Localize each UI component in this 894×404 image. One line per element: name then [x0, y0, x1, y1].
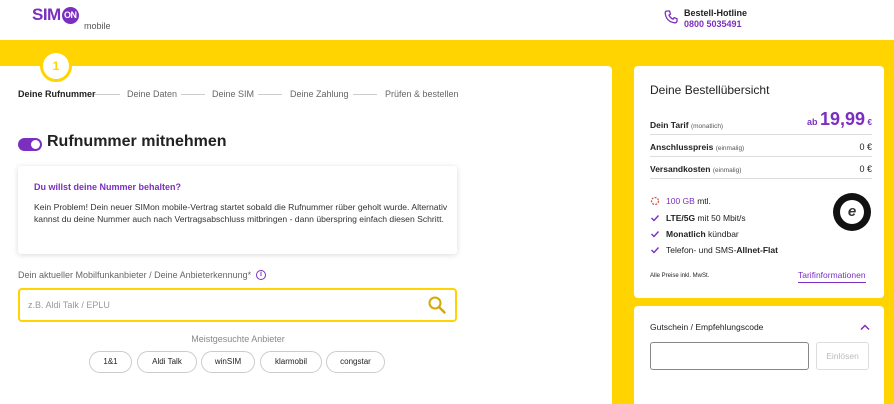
- provider-chip-alditalk[interactable]: Aldi Talk: [137, 351, 197, 373]
- voucher-title: Gutschein / Empfehlungscode: [650, 322, 764, 332]
- chevron-up-icon[interactable]: [860, 323, 870, 331]
- provider-search-box: [18, 288, 457, 322]
- provider-chip-klarmobil[interactable]: klarmobil: [260, 351, 322, 373]
- step-divider: [94, 94, 120, 95]
- header: SIM ON mobile Bestell-Hotline 0800 503549…: [0, 0, 894, 40]
- versand-label: Versandkosten (einmalig): [650, 164, 742, 174]
- step-divider: [181, 94, 205, 95]
- info-question: Du willst deine Nummer behalten?: [34, 182, 182, 192]
- step-pruefen[interactable]: Prüfen & bestellen: [385, 89, 459, 99]
- hotline-label: Bestell-Hotline: [684, 8, 748, 18]
- check-icon: [651, 231, 660, 238]
- tarif-label: Dein Tarif (monatlich): [650, 120, 724, 130]
- step-rufnummer[interactable]: Deine Rufnummer: [18, 89, 96, 99]
- popular-providers-label: Meistgesuchte Anbieter: [191, 334, 285, 344]
- trusted-shops-seal[interactable]: e: [833, 193, 871, 231]
- logo-sim: SIM: [32, 5, 61, 24]
- step-divider: [258, 94, 282, 95]
- hotline-number[interactable]: 0800 5035491: [684, 19, 742, 29]
- tarif-price: ab 19,99 €: [806, 109, 872, 129]
- phone-icon: [664, 10, 678, 24]
- step-daten[interactable]: Deine Daten: [127, 89, 177, 99]
- versand-value: 0 €: [859, 164, 872, 174]
- current-step-indicator: 1: [40, 50, 72, 82]
- provider-chip-congstar[interactable]: congstar: [326, 351, 385, 373]
- info-text: Kein Problem! Dein neuer SIMon mobile-Ve…: [34, 202, 448, 224]
- summary-row-versand: Versandkosten (einmalig) 0 €: [650, 157, 872, 179]
- provider-chip-winsim[interactable]: winSIM: [201, 351, 255, 373]
- info-box: Du willst deine Nummer behalten? Kein Pr…: [18, 166, 457, 254]
- step-divider: [353, 94, 377, 95]
- summary-row-tarif: Dein Tarif (monatlich) ab 19,99 €: [650, 109, 872, 135]
- info-icon[interactable]: i: [256, 270, 266, 280]
- provider-field-label: Dein aktueller Mobilfunkanbieter / Deine…: [18, 270, 252, 280]
- voucher-input[interactable]: [650, 342, 809, 370]
- section-title: Rufnummer mitnehmen: [47, 133, 227, 150]
- tarif-info-link[interactable]: Tarifinformationen: [798, 270, 866, 283]
- check-icon: [651, 215, 660, 222]
- rufnummer-toggle[interactable]: [18, 138, 42, 151]
- voucher-card: Gutschein / Empfehlungscode Einlösen: [634, 306, 884, 404]
- data-icon: [650, 196, 660, 206]
- anschluss-label: Anschlusspreis (einmalig): [650, 142, 745, 152]
- provider-search-input[interactable]: [28, 297, 408, 313]
- redeem-button[interactable]: Einlösen: [816, 342, 869, 370]
- logo-on: ON: [61, 7, 79, 24]
- provider-chip-1und1[interactable]: 1&1: [89, 351, 132, 373]
- check-icon: [651, 247, 660, 254]
- summary-title: Deine Bestellübersicht: [650, 83, 770, 97]
- logo-mobile: mobile: [84, 21, 111, 31]
- summary-row-anschluss: Anschlusspreis (einmalig) 0 €: [650, 135, 872, 157]
- step-zahlung[interactable]: Deine Zahlung: [290, 89, 349, 99]
- step-sim[interactable]: Deine SIM: [212, 89, 254, 99]
- logo[interactable]: SIM ON mobile: [32, 5, 111, 31]
- anschluss-value: 0 €: [859, 142, 872, 152]
- search-icon[interactable]: [427, 295, 447, 315]
- prices-note: Alle Preise inkl. MwSt.: [650, 273, 710, 279]
- order-summary: Deine Bestellübersicht Dein Tarif (monat…: [634, 66, 884, 298]
